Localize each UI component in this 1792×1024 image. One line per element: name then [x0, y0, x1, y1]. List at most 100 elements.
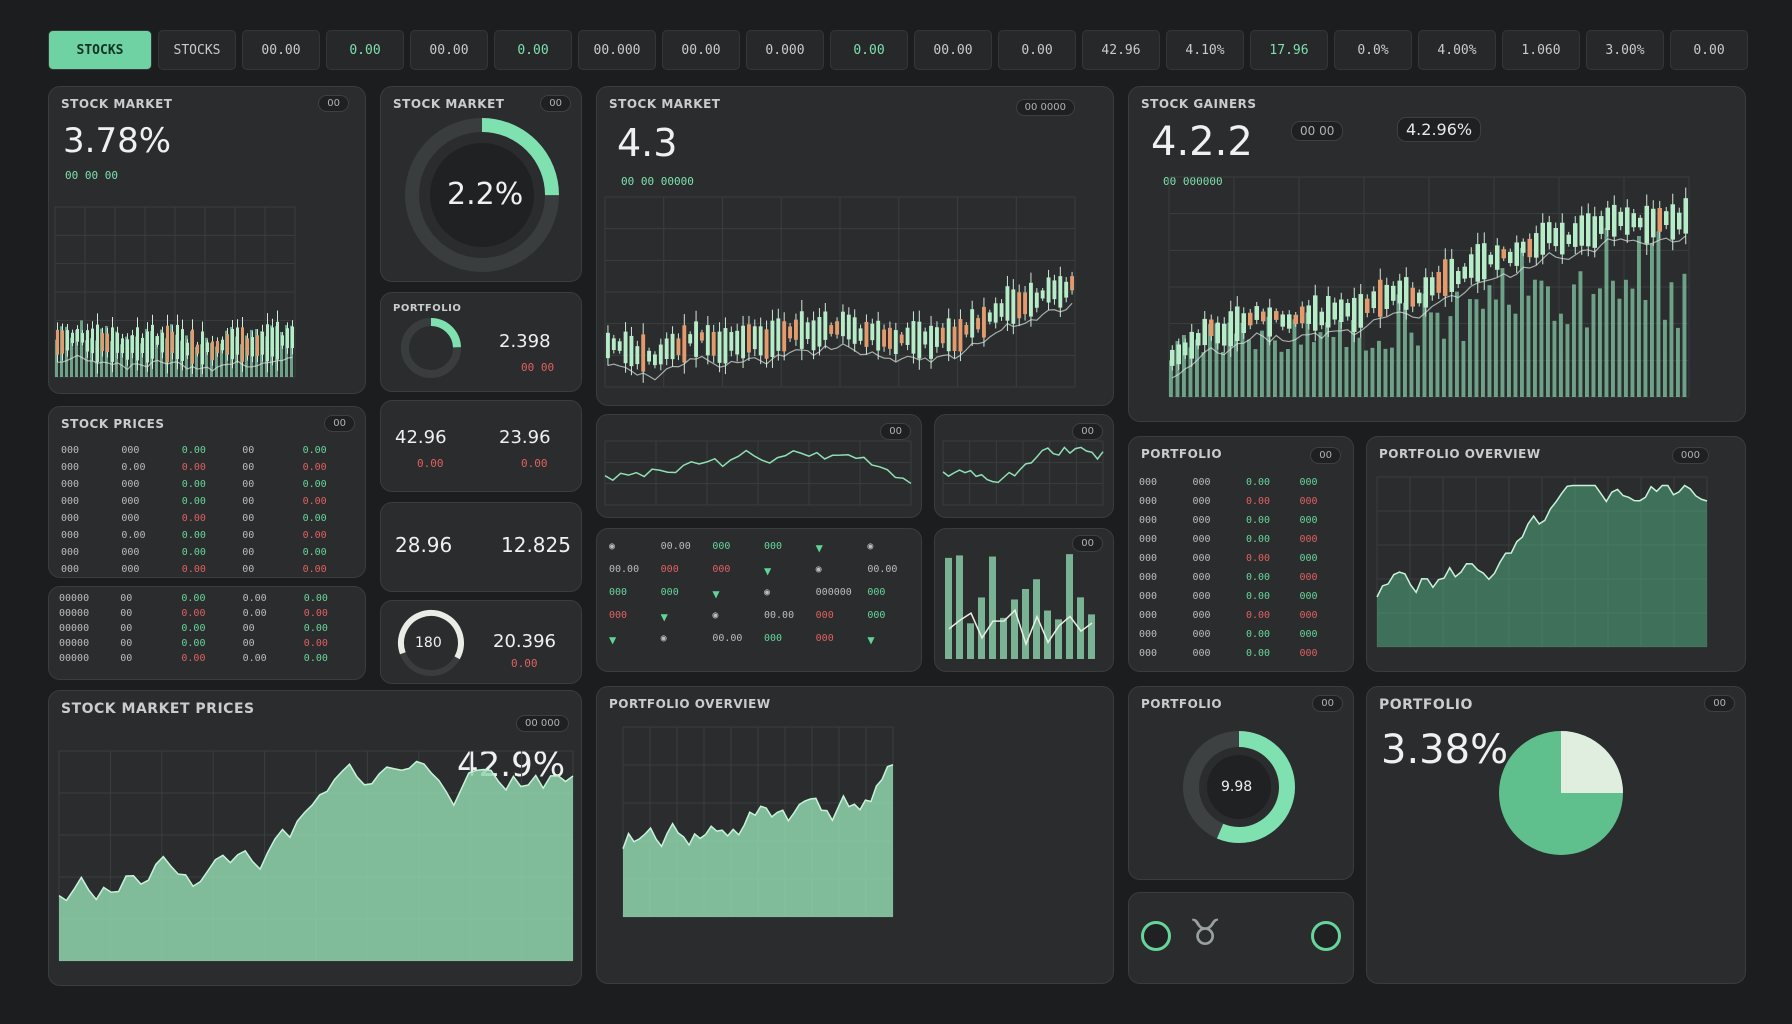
ticker-item[interactable]: 4.00% [1418, 30, 1496, 70]
volume-bar [1279, 351, 1284, 397]
candle-body [1371, 291, 1376, 309]
candle-body [1215, 322, 1220, 344]
candle-body [1189, 331, 1194, 359]
ticker-item[interactable]: 0.0% [1334, 30, 1412, 70]
candle-body [256, 335, 259, 356]
ticker-item[interactable]: 3.00% [1586, 30, 1664, 70]
panel-gauge: STOCK MARKET 00 2.2% [380, 86, 582, 282]
candle-body [136, 327, 139, 361]
candle-body [623, 331, 628, 364]
table-cell: 00 [120, 608, 133, 619]
table-cell: 000 [121, 547, 140, 558]
table-cell: 0.00 [302, 496, 327, 507]
table-cell: 000 [1192, 591, 1211, 602]
candle-body [635, 346, 640, 365]
candle-body [935, 327, 939, 347]
candle-body [1495, 245, 1500, 270]
volume-bar [1565, 324, 1570, 397]
table-cell: 0.00 [181, 547, 206, 558]
panel-line-1: 00 [596, 414, 922, 518]
table-cell: 000 [867, 610, 886, 621]
ticker-item[interactable]: 00.00 [410, 30, 488, 70]
volume-bar [1676, 327, 1680, 397]
panel-title: STOCK PRICES [61, 417, 165, 431]
candle-body [291, 326, 294, 348]
candle-body [670, 333, 675, 360]
candle-body [1228, 311, 1233, 347]
ticker-item[interactable]: 4.10% [1166, 30, 1244, 70]
ticker-item[interactable]: 0.000 [746, 30, 824, 70]
table-cell: 000 [1299, 629, 1318, 640]
candle-body [226, 334, 229, 355]
bar [1088, 614, 1095, 659]
volume-bar [1442, 338, 1446, 397]
ticker-item[interactable]: 0.00 [326, 30, 404, 70]
candle-body [1345, 303, 1350, 317]
volume-bar [1383, 348, 1388, 397]
volume-bar [1364, 350, 1368, 397]
ticker-item[interactable]: 17.96 [1250, 30, 1328, 70]
volume-bar [1481, 308, 1485, 397]
candle-body [86, 330, 89, 352]
candle-body [1005, 286, 1010, 321]
candle-body [151, 324, 154, 359]
candle-body [1352, 297, 1357, 332]
table-cell: 000 [1192, 610, 1211, 621]
candle-body [211, 341, 214, 361]
candle-body [876, 320, 881, 351]
table-cell: 000 [1192, 477, 1211, 488]
volume-bar [1513, 313, 1518, 397]
ticker-item[interactable]: 0.00 [1670, 30, 1748, 70]
table-cell: 00.00 [712, 633, 743, 644]
candle-body [1651, 208, 1656, 238]
volume-bar [1260, 330, 1264, 397]
settings-icon[interactable] [1311, 921, 1341, 951]
refresh-icon[interactable] [1141, 921, 1171, 951]
candle-body [1046, 277, 1051, 303]
table-cell: 0.00 [181, 653, 206, 664]
candle-body [1404, 277, 1409, 310]
ticker-item[interactable]: 00.00 [914, 30, 992, 70]
volume-bar [1468, 299, 1472, 397]
ticker-item[interactable]: 00.000 [578, 30, 656, 70]
table-cell: 0.00 [181, 623, 206, 634]
ticker-item[interactable]: STOCKS [48, 30, 152, 70]
candle-body [735, 330, 740, 355]
ticker-item[interactable]: 0.00 [830, 30, 908, 70]
ticker-item[interactable]: 1.060 [1502, 30, 1580, 70]
bar-line-chart [945, 554, 1095, 659]
candlestick-volume-chart [1168, 176, 1690, 398]
table-cell: 0.00 [1246, 591, 1271, 602]
volume-bar [1253, 349, 1258, 397]
ticker-item[interactable]: 00.00 [662, 30, 740, 70]
candle-body [96, 324, 99, 363]
panel-menu-button[interactable]: 00 [324, 415, 355, 432]
change-arrow-icon: ▼ [867, 633, 875, 647]
ticker-item[interactable]: 00.00 [242, 30, 320, 70]
quote-value: 23.96 [499, 427, 551, 448]
table-cell: ◉ [660, 633, 667, 644]
candle-body [782, 321, 787, 352]
candle-body [611, 338, 616, 350]
ticker-item[interactable]: STOCKS [158, 30, 236, 70]
candle-body [1417, 292, 1422, 304]
ticker-item[interactable]: 42.96 [1082, 30, 1160, 70]
bar [1066, 554, 1073, 659]
table-cell: 0.00 [242, 653, 267, 664]
change-arrow-icon: ▼ [609, 633, 617, 647]
candle-body [1196, 333, 1201, 346]
candle-body [711, 331, 716, 356]
candle-body [1319, 311, 1324, 326]
ticker-item[interactable]: 0.00 [494, 30, 572, 70]
candle-body [1605, 207, 1610, 231]
candle-body [1267, 307, 1272, 337]
candle-body [1677, 212, 1682, 230]
volume-bar [1474, 299, 1479, 397]
table-cell: 0.00 [1246, 477, 1271, 488]
table-cell: 00 [242, 530, 255, 541]
ticker-item[interactable]: 0.00 [998, 30, 1076, 70]
candle-body [1683, 198, 1688, 234]
table-cell: 00 [120, 653, 133, 664]
volume-bar [1221, 351, 1225, 397]
panel-toggle[interactable]: 00 [1310, 447, 1341, 464]
